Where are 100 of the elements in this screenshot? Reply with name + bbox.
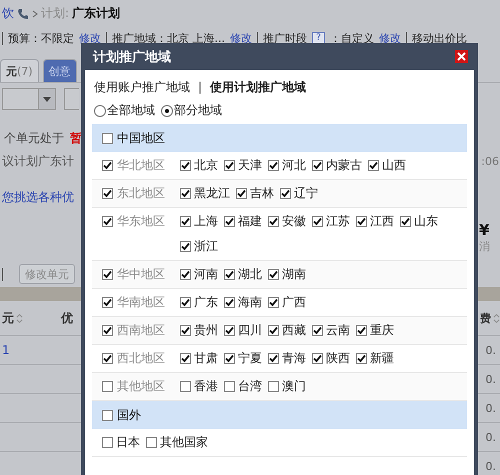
checkbox[interactable]: [180, 241, 191, 252]
checkbox[interactable]: [102, 325, 113, 336]
country-label: 其他国家: [160, 435, 208, 450]
checkbox[interactable]: [236, 188, 247, 199]
chevron-right-icon: [32, 10, 38, 18]
checkbox[interactable]: [268, 381, 279, 392]
breadcrumb-link[interactable]: 饮: [2, 5, 14, 22]
table-cell: 0.: [486, 344, 496, 356]
region-source-tab[interactable]: 使用计划推广地域: [210, 80, 306, 95]
province-label: 贵州: [194, 323, 218, 338]
province-label: 天津: [238, 158, 262, 173]
province-label: 安徽: [282, 214, 306, 229]
checkbox[interactable]: [400, 216, 411, 227]
table-cell: 0.: [486, 402, 496, 414]
checkbox[interactable]: [312, 216, 323, 227]
checkbox[interactable]: [312, 160, 323, 171]
region-label: 华东地区: [117, 214, 165, 229]
checkbox[interactable]: [224, 160, 235, 171]
help-icon[interactable]: ?: [312, 32, 325, 44]
info-label: 推广时段: [263, 30, 307, 46]
province-label: 上海: [194, 214, 218, 229]
radio-button[interactable]: [94, 104, 106, 116]
dialog-title: 计划推广地域: [93, 48, 171, 66]
table-cell-link[interactable]: 1: [2, 343, 10, 357]
checkbox[interactable]: [224, 269, 235, 280]
checkbox[interactable]: [102, 410, 113, 420]
close-button[interactable]: [455, 50, 468, 63]
province-label: 新疆: [370, 351, 394, 366]
checkbox[interactable]: [312, 325, 323, 336]
checkbox[interactable]: [312, 353, 323, 364]
province-label: 澳门: [282, 379, 306, 394]
checkbox[interactable]: [268, 325, 279, 336]
info-label: 推广地域：北京 上海...: [112, 30, 225, 46]
province-label: 宁夏: [238, 351, 262, 366]
checkbox[interactable]: [268, 297, 279, 308]
notice-text: 个单元处于: [4, 130, 64, 146]
column-header[interactable]: 费: [480, 310, 491, 326]
region-label: 其他地区: [117, 379, 165, 394]
province-label: 吉林: [250, 186, 274, 201]
edit-link[interactable]: 修改: [79, 30, 101, 46]
checkbox[interactable]: [356, 325, 367, 336]
tab[interactable]: 元(7): [0, 59, 39, 82]
tab[interactable]: 创意: [42, 59, 77, 82]
checkbox[interactable]: [224, 297, 235, 308]
region-source-tab[interactable]: 使用账户推广地域: [94, 80, 190, 95]
checkbox[interactable]: [368, 160, 379, 171]
checkbox[interactable]: [280, 188, 291, 199]
checkbox[interactable]: [102, 353, 113, 364]
region-label: 华南地区: [117, 295, 165, 310]
column-header[interactable]: 元: [2, 310, 14, 326]
radio-label[interactable]: 全部地域: [107, 103, 155, 118]
checkbox[interactable]: [180, 160, 191, 171]
province-label: 香港: [194, 379, 218, 394]
checkbox[interactable]: [180, 216, 191, 227]
checkbox[interactable]: [224, 353, 235, 364]
region-label: 西北地区: [117, 351, 165, 366]
checkbox[interactable]: [180, 381, 191, 392]
province-label: 河南: [194, 267, 218, 282]
region-label: 华北地区: [117, 158, 165, 173]
checkbox[interactable]: [102, 132, 113, 144]
checkbox[interactable]: [102, 297, 113, 308]
checkbox[interactable]: [102, 269, 113, 280]
checkbox[interactable]: [224, 325, 235, 336]
checkbox[interactable]: [180, 325, 191, 336]
checkbox[interactable]: [180, 269, 191, 280]
checkbox[interactable]: [180, 297, 191, 308]
suggestion-text: 议计划广东计: [2, 152, 74, 170]
phone-icon: [17, 8, 29, 20]
breadcrumb-section: 计划:: [41, 5, 70, 22]
input-field[interactable]: [64, 88, 79, 110]
checkbox[interactable]: [102, 216, 113, 227]
promo-link[interactable]: 您挑选各种优: [2, 188, 74, 206]
province-label: 江苏: [326, 214, 350, 229]
status-text: 暂: [70, 130, 82, 146]
checkbox[interactable]: [224, 381, 235, 392]
edit-link[interactable]: 修改: [230, 30, 252, 46]
checkbox[interactable]: [356, 216, 367, 227]
province-label: 山西: [382, 158, 406, 173]
checkbox[interactable]: [180, 353, 191, 364]
province-label: 黑龙江: [194, 186, 230, 201]
province-label: 海南: [238, 295, 262, 310]
checkbox[interactable]: [102, 437, 113, 448]
radio-label[interactable]: 部分地域: [174, 103, 222, 118]
checkbox[interactable]: [102, 160, 113, 171]
edit-link[interactable]: 修改: [379, 30, 401, 46]
checkbox[interactable]: [180, 188, 191, 199]
column-header[interactable]: 优: [61, 310, 73, 326]
checkbox[interactable]: [102, 381, 113, 392]
province-label: 甘肃: [194, 351, 218, 366]
checkbox[interactable]: [268, 216, 279, 227]
radio-button[interactable]: [161, 104, 173, 116]
checkbox[interactable]: [268, 160, 279, 171]
checkbox[interactable]: [102, 188, 113, 199]
province-label: 辽宁: [294, 186, 318, 201]
checkbox[interactable]: [268, 353, 279, 364]
checkbox[interactable]: [356, 353, 367, 364]
checkbox[interactable]: [268, 269, 279, 280]
checkbox[interactable]: [224, 216, 235, 227]
checkbox[interactable]: [146, 437, 157, 448]
province-label: 青海: [282, 351, 306, 366]
